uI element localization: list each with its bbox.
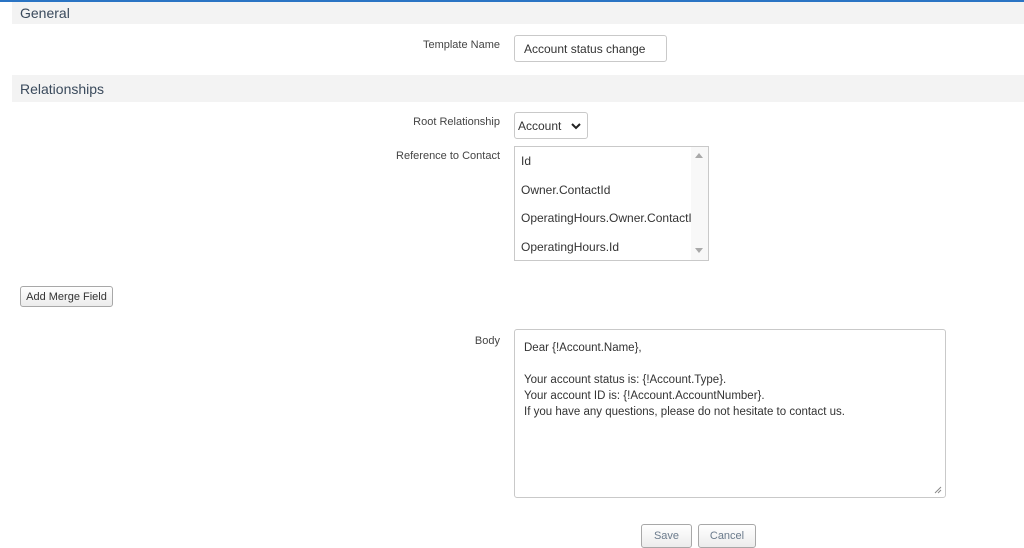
template-name-input[interactable]: [514, 35, 667, 62]
add-merge-field-button[interactable]: Add Merge Field: [20, 286, 113, 307]
root-relationship-select[interactable]: Account: [514, 112, 588, 139]
section-title-general: General: [20, 5, 70, 21]
list-item[interactable]: OperatingHours.Owner.ContactId: [515, 204, 698, 233]
section-header-relationships: Relationships: [12, 75, 1024, 102]
body-line: Your account ID is: {!Account.AccountNum…: [524, 390, 765, 402]
body-line: [524, 356, 936, 372]
reference-to-contact-label: Reference to Contact: [396, 150, 500, 162]
body-line: Your account status is: {!Account.Type}.: [524, 374, 727, 386]
section-header-general: General: [12, 2, 1024, 24]
resize-grip-icon[interactable]: [934, 486, 942, 494]
reference-to-contact-listbox[interactable]: Id Owner.ContactId OperatingHours.Owner.…: [514, 146, 709, 261]
body-line: Dear {!Account.Name},: [524, 342, 642, 354]
cancel-button[interactable]: Cancel: [698, 524, 756, 548]
chevron-down-icon: [571, 122, 581, 129]
scroll-up-arrow-icon[interactable]: [695, 153, 703, 158]
body-textarea[interactable]: Dear {!Account.Name}, Your account statu…: [514, 329, 946, 498]
save-button[interactable]: Save: [641, 524, 692, 548]
root-relationship-value: Account: [518, 118, 562, 133]
section-title-relationships: Relationships: [20, 80, 105, 97]
list-item[interactable]: Id: [515, 147, 691, 176]
list-item[interactable]: Owner.ContactId: [515, 176, 691, 205]
template-name-label: Template Name: [422, 39, 500, 51]
body-label: Body: [474, 335, 500, 347]
listbox-scrollbar[interactable]: [691, 147, 708, 260]
list-item[interactable]: OperatingHours.Id: [515, 233, 691, 261]
root-relationship-label: Root Relationship: [413, 116, 500, 128]
scroll-down-arrow-icon[interactable]: [695, 248, 703, 253]
body-line: If you have any questions, please do not…: [524, 406, 845, 418]
